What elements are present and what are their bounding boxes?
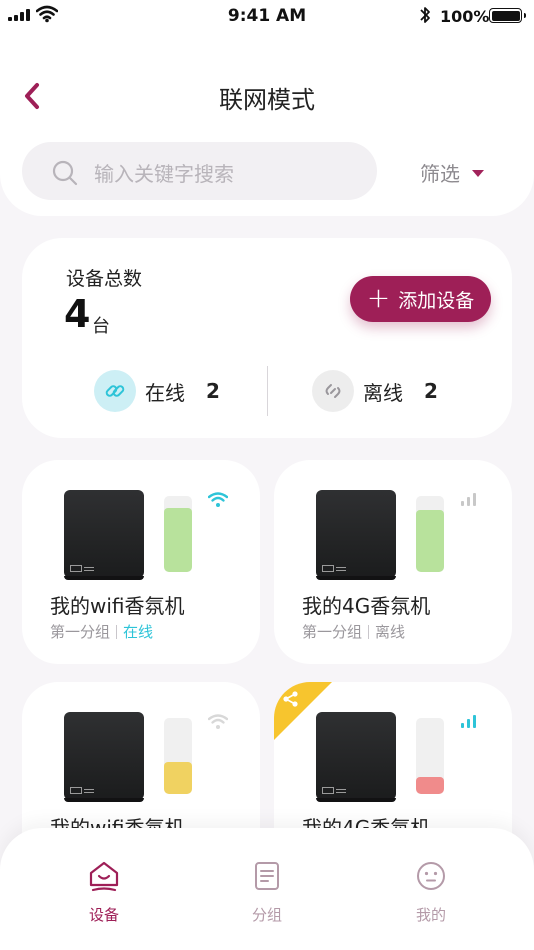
filter-button[interactable]: 筛选 xyxy=(420,158,484,187)
device-card[interactable]: 我的4G香氛机 第一分组 离线 xyxy=(274,460,512,664)
add-device-label: 添加设备 xyxy=(398,289,475,312)
fragrance-level-gauge xyxy=(416,718,444,794)
device-meta: 第一分组 在线 xyxy=(50,621,153,642)
device-card[interactable]: 我的wifi香氛机 第一分组 在线 xyxy=(22,460,260,664)
header: 联网模式 输入关键字搜索 筛选 xyxy=(0,34,534,216)
filter-label: 筛选 xyxy=(420,162,460,186)
tab-groups[interactable]: 分组 xyxy=(227,860,307,925)
status-bar: 9:41 AM 100% xyxy=(0,0,534,34)
offline-filter[interactable]: 离线 2 xyxy=(312,370,438,412)
total-count: 4 xyxy=(64,292,91,336)
fragrance-level-gauge xyxy=(164,718,192,794)
device-home-icon xyxy=(89,861,119,892)
device-meta: 第一分组 离线 xyxy=(302,621,405,642)
search-input[interactable]: 输入关键字搜索 xyxy=(22,142,377,200)
bottom-tab-bar: 设备 分组 我的 xyxy=(0,828,534,950)
tab-label: 分组 xyxy=(251,906,282,924)
device-summary-card: 设备总数 4 台 + 添加设备 在线 2 离线 2 xyxy=(22,238,512,438)
caret-down-icon xyxy=(472,170,484,177)
profile-face-icon xyxy=(417,862,445,890)
aroma-diffuser-image xyxy=(64,712,144,802)
offline-label: 离线 xyxy=(363,380,403,405)
battery-icon xyxy=(489,8,526,23)
device-name: 我的wifi香氛机 xyxy=(50,594,185,618)
wifi-icon xyxy=(208,714,228,729)
page-title: 联网模式 xyxy=(219,86,315,114)
device-status: 离线 xyxy=(375,623,406,641)
tab-profile[interactable]: 我的 xyxy=(391,860,471,925)
broken-link-icon xyxy=(312,370,354,412)
wifi-icon xyxy=(208,492,228,507)
tab-devices[interactable]: 设备 xyxy=(64,860,144,925)
add-device-button[interactable]: + 添加设备 xyxy=(350,276,491,322)
cellular-signal-icon xyxy=(461,493,476,506)
total-unit: 台 xyxy=(92,316,110,337)
offline-count: 2 xyxy=(424,379,438,403)
search-placeholder: 输入关键字搜索 xyxy=(94,162,234,186)
tab-label: 我的 xyxy=(415,906,446,924)
group-list-icon xyxy=(255,862,279,890)
battery-percent: 100% xyxy=(440,7,490,26)
device-name: 我的4G香氛机 xyxy=(302,594,431,618)
aroma-diffuser-image xyxy=(316,490,396,580)
online-label: 在线 xyxy=(145,380,185,405)
online-count: 2 xyxy=(206,379,220,403)
total-label: 设备总数 xyxy=(66,268,143,290)
device-group: 第一分组 xyxy=(50,623,111,641)
online-filter[interactable]: 在线 2 xyxy=(94,370,220,412)
stat-divider xyxy=(267,366,268,416)
link-icon xyxy=(94,370,136,412)
search-icon xyxy=(52,160,78,186)
share-icon xyxy=(283,691,298,707)
cellular-signal-icon xyxy=(461,715,476,728)
aroma-diffuser-image xyxy=(316,712,396,802)
fragrance-level-gauge xyxy=(416,496,444,572)
device-group: 第一分组 xyxy=(302,623,363,641)
aroma-diffuser-image xyxy=(64,490,144,580)
fragrance-level-gauge xyxy=(164,496,192,572)
device-status: 在线 xyxy=(123,623,154,641)
tab-label: 设备 xyxy=(88,906,119,924)
plus-icon: + xyxy=(366,280,391,314)
bluetooth-icon xyxy=(420,7,430,23)
